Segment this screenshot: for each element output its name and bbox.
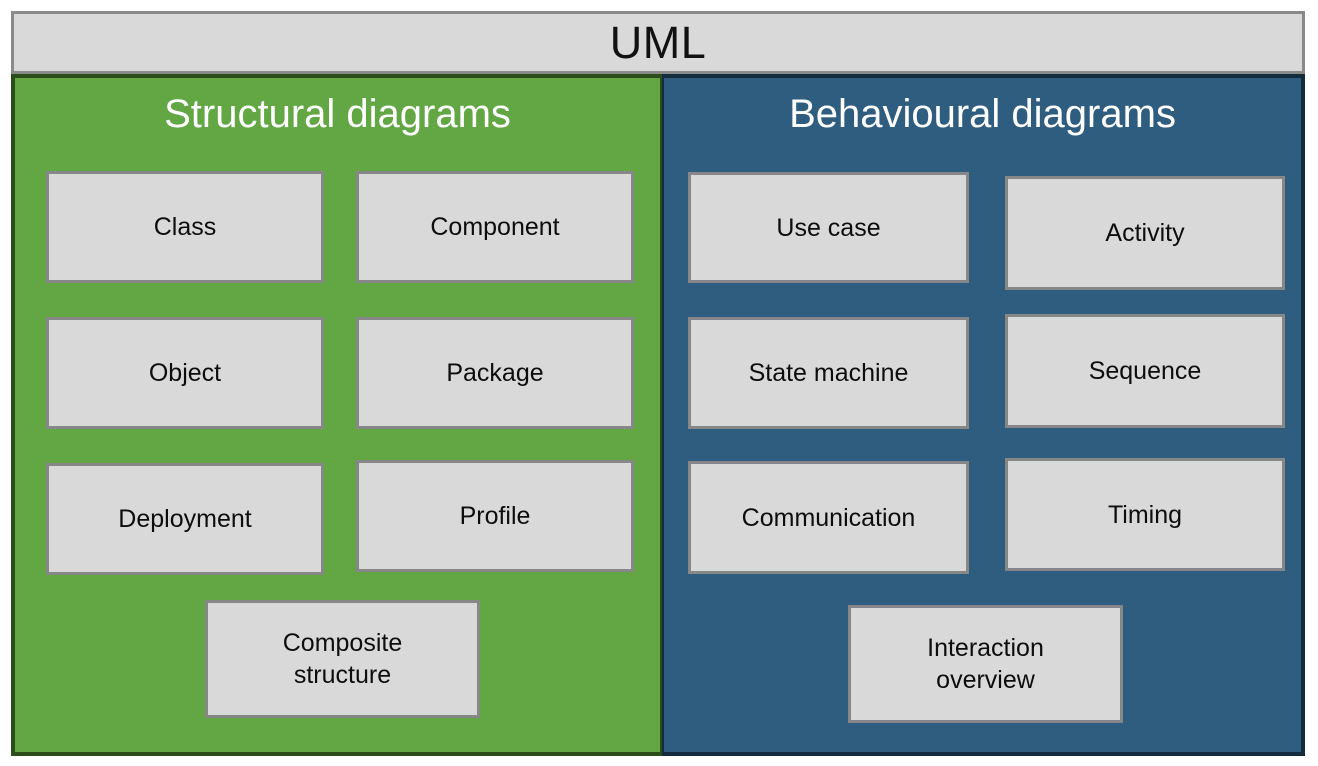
diagram-box-label: Timing: [1107, 500, 1183, 529]
diagram-box-label: Use case: [776, 213, 881, 242]
diagram-box-use-case[interactable]: Use case: [688, 172, 969, 283]
diagram-box-label: State machine: [748, 359, 909, 387]
diagram-box-state-machine[interactable]: State machine: [688, 317, 969, 429]
diagram-box-label: Profile: [459, 502, 531, 530]
diagram-box-activity[interactable]: Activity: [1005, 176, 1285, 290]
diagram-box-label-line2: overview: [936, 666, 1035, 694]
diagram-box-label: Component: [430, 213, 560, 241]
diagram-box-label: Communication: [741, 503, 916, 532]
panel-structural: Structural diagrams Class Component Obje…: [11, 74, 662, 756]
uml-header: UML: [11, 11, 1305, 74]
diagram-box-label-line1: Interaction: [927, 634, 1044, 662]
diagram-box-label: Object: [148, 359, 222, 387]
diagram-box-label: Package: [446, 359, 544, 387]
diagram-box-label: Composite structure: [283, 627, 403, 691]
panel-behavioural: Behavioural diagrams Use case Activity S…: [662, 74, 1305, 756]
diagram-box-package[interactable]: Package: [356, 317, 634, 429]
diagram-box-label-line1: Composite: [282, 629, 403, 657]
diagram-box-component[interactable]: Component: [356, 171, 634, 283]
diagram-box-sequence[interactable]: Sequence: [1005, 314, 1285, 428]
diagram-box-object[interactable]: Object: [46, 317, 324, 429]
diagram-box-timing[interactable]: Timing: [1005, 458, 1285, 571]
diagram-box-label: Activity: [1105, 219, 1185, 247]
diagram-box-label-line2: structure: [293, 661, 392, 689]
diagram-box-interaction-overview[interactable]: Interaction overview: [848, 605, 1123, 723]
diagram-box-composite-structure[interactable]: Composite structure: [205, 600, 480, 718]
diagram-box-communication[interactable]: Communication: [688, 461, 969, 574]
panel-behavioural-title: Behavioural diagrams: [789, 92, 1176, 136]
page-title: UML: [609, 17, 707, 68]
uml-diagram: UML Structural diagrams Class Component …: [0, 0, 1318, 766]
diagram-box-label: Class: [153, 213, 217, 241]
diagram-box-class[interactable]: Class: [46, 171, 324, 283]
diagram-box-deployment[interactable]: Deployment: [46, 463, 324, 575]
diagram-box-label: Sequence: [1088, 357, 1202, 385]
diagram-box-label: Interaction overview: [927, 632, 1044, 696]
panel-structural-title: Structural diagrams: [164, 92, 511, 136]
diagram-box-label: Deployment: [118, 505, 252, 533]
diagram-box-profile[interactable]: Profile: [356, 460, 634, 572]
